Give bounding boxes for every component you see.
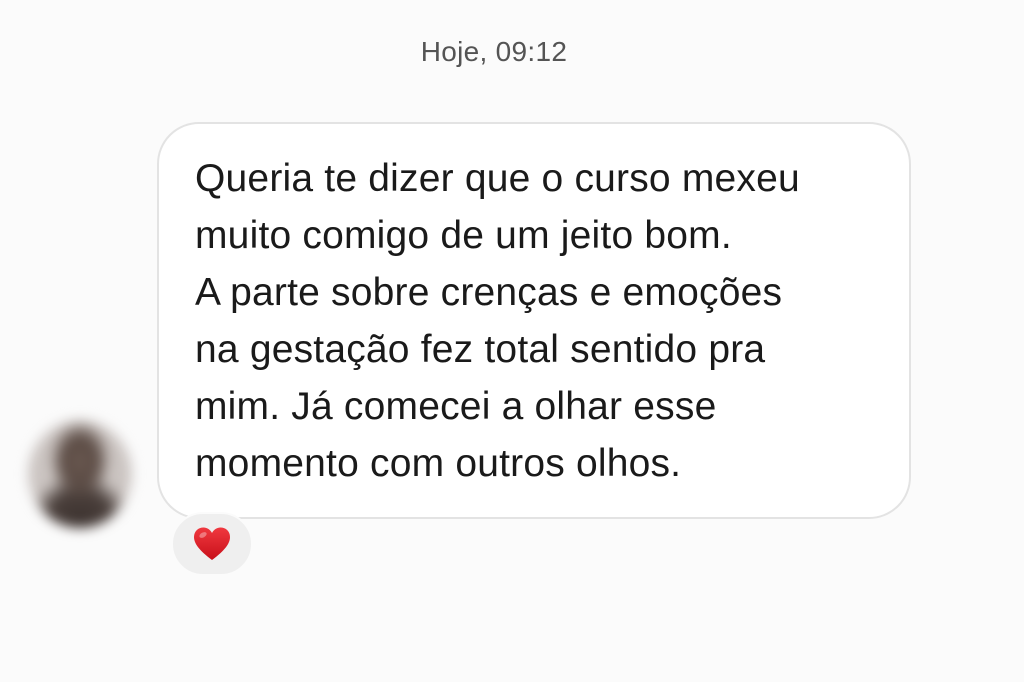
message-timestamp: Hoje, 09:12 <box>420 36 568 67</box>
heart-icon <box>192 526 232 562</box>
reaction-badge[interactable] <box>171 512 253 576</box>
message-text: Queria te dizer que o curso mexeu muito … <box>195 157 800 485</box>
message-bubble[interactable]: Queria te dizer que o curso mexeu muito … <box>157 122 911 519</box>
sender-avatar[interactable] <box>28 420 132 528</box>
